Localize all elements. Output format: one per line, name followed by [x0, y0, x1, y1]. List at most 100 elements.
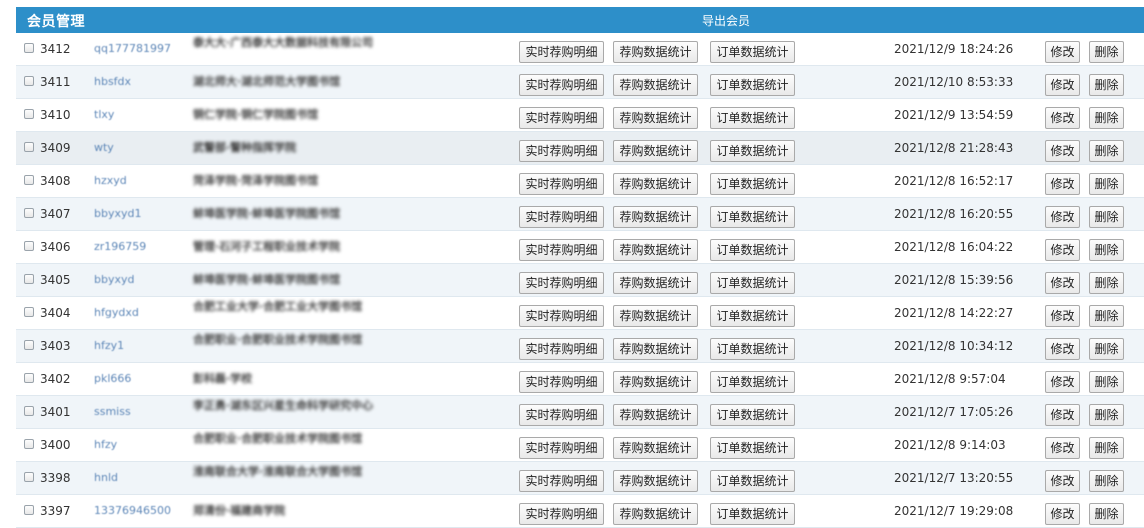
realtime-recommend-detail-button[interactable]: 实时荐购明细: [519, 239, 604, 261]
row-checkbox[interactable]: [24, 406, 34, 416]
order-stats-button[interactable]: 订单数据统计: [710, 173, 795, 195]
recommend-stats-button[interactable]: 荐购数据统计: [613, 206, 698, 228]
delete-button[interactable]: 删除: [1089, 239, 1124, 261]
edit-button[interactable]: 修改: [1045, 173, 1080, 195]
member-username[interactable]: pkl666: [94, 372, 131, 385]
realtime-recommend-detail-button[interactable]: 实时荐购明细: [519, 206, 604, 228]
recommend-stats-button[interactable]: 荐购数据统计: [613, 272, 698, 294]
realtime-recommend-detail-button[interactable]: 实时荐购明细: [519, 74, 604, 96]
edit-button[interactable]: 修改: [1045, 41, 1080, 63]
delete-button[interactable]: 删除: [1089, 470, 1124, 492]
row-checkbox[interactable]: [24, 274, 34, 284]
order-stats-button[interactable]: 订单数据统计: [710, 305, 795, 327]
edit-button[interactable]: 修改: [1045, 239, 1080, 261]
edit-button[interactable]: 修改: [1045, 404, 1080, 426]
row-checkbox[interactable]: [24, 175, 34, 185]
edit-button[interactable]: 修改: [1045, 74, 1080, 96]
member-username[interactable]: 13376946500: [94, 504, 171, 517]
recommend-stats-button[interactable]: 荐购数据统计: [613, 173, 698, 195]
edit-button[interactable]: 修改: [1045, 272, 1080, 294]
recommend-stats-button[interactable]: 荐购数据统计: [613, 239, 698, 261]
row-checkbox[interactable]: [24, 439, 34, 449]
row-checkbox[interactable]: [24, 373, 34, 383]
order-stats-button[interactable]: 订单数据统计: [710, 41, 795, 63]
order-stats-button[interactable]: 订单数据统计: [710, 272, 795, 294]
member-username[interactable]: tlxy: [94, 108, 114, 121]
recommend-stats-button[interactable]: 荐购数据统计: [613, 371, 698, 393]
edit-button[interactable]: 修改: [1045, 140, 1080, 162]
row-checkbox[interactable]: [24, 76, 34, 86]
member-username[interactable]: wty: [94, 141, 114, 154]
order-stats-button[interactable]: 订单数据统计: [710, 140, 795, 162]
member-username[interactable]: zr196759: [94, 240, 146, 253]
realtime-recommend-detail-button[interactable]: 实时荐购明细: [519, 41, 604, 63]
realtime-recommend-detail-button[interactable]: 实时荐购明细: [519, 338, 604, 360]
member-username[interactable]: hnld: [94, 471, 118, 484]
realtime-recommend-detail-button[interactable]: 实时荐购明细: [519, 140, 604, 162]
realtime-recommend-detail-button[interactable]: 实时荐购明细: [519, 404, 604, 426]
member-username[interactable]: qq177781997: [94, 42, 171, 55]
row-checkbox[interactable]: [24, 208, 34, 218]
delete-button[interactable]: 删除: [1089, 503, 1124, 525]
member-username[interactable]: hzxyd: [94, 174, 127, 187]
recommend-stats-button[interactable]: 荐购数据统计: [613, 107, 698, 129]
member-username[interactable]: hfzy1: [94, 339, 124, 352]
member-username[interactable]: bbyxyd1: [94, 207, 141, 220]
order-stats-button[interactable]: 订单数据统计: [710, 470, 795, 492]
order-stats-button[interactable]: 订单数据统计: [710, 74, 795, 96]
member-username[interactable]: ssmiss: [94, 405, 131, 418]
member-username[interactable]: hfgydxd: [94, 306, 139, 319]
edit-button[interactable]: 修改: [1045, 470, 1080, 492]
row-checkbox[interactable]: [24, 142, 34, 152]
row-checkbox[interactable]: [24, 109, 34, 119]
delete-button[interactable]: 删除: [1089, 41, 1124, 63]
order-stats-button[interactable]: 订单数据统计: [710, 404, 795, 426]
order-stats-button[interactable]: 订单数据统计: [710, 338, 795, 360]
delete-button[interactable]: 删除: [1089, 272, 1124, 294]
recommend-stats-button[interactable]: 荐购数据统计: [613, 404, 698, 426]
realtime-recommend-detail-button[interactable]: 实时荐购明细: [519, 437, 604, 459]
order-stats-button[interactable]: 订单数据统计: [710, 107, 795, 129]
edit-button[interactable]: 修改: [1045, 206, 1080, 228]
delete-button[interactable]: 删除: [1089, 206, 1124, 228]
realtime-recommend-detail-button[interactable]: 实时荐购明细: [519, 173, 604, 195]
delete-button[interactable]: 删除: [1089, 404, 1124, 426]
edit-button[interactable]: 修改: [1045, 371, 1080, 393]
row-checkbox[interactable]: [24, 307, 34, 317]
edit-button[interactable]: 修改: [1045, 437, 1080, 459]
member-username[interactable]: hbsfdx: [94, 75, 131, 88]
order-stats-button[interactable]: 订单数据统计: [710, 239, 795, 261]
recommend-stats-button[interactable]: 荐购数据统计: [613, 140, 698, 162]
recommend-stats-button[interactable]: 荐购数据统计: [613, 437, 698, 459]
recommend-stats-button[interactable]: 荐购数据统计: [613, 338, 698, 360]
order-stats-button[interactable]: 订单数据统计: [710, 206, 795, 228]
recommend-stats-button[interactable]: 荐购数据统计: [613, 305, 698, 327]
member-username[interactable]: bbyxyd: [94, 273, 134, 286]
delete-button[interactable]: 删除: [1089, 173, 1124, 195]
delete-button[interactable]: 删除: [1089, 107, 1124, 129]
recommend-stats-button[interactable]: 荐购数据统计: [613, 503, 698, 525]
order-stats-button[interactable]: 订单数据统计: [710, 437, 795, 459]
row-checkbox[interactable]: [24, 43, 34, 53]
realtime-recommend-detail-button[interactable]: 实时荐购明细: [519, 305, 604, 327]
realtime-recommend-detail-button[interactable]: 实时荐购明细: [519, 107, 604, 129]
recommend-stats-button[interactable]: 荐购数据统计: [613, 470, 698, 492]
order-stats-button[interactable]: 订单数据统计: [710, 371, 795, 393]
delete-button[interactable]: 删除: [1089, 371, 1124, 393]
realtime-recommend-detail-button[interactable]: 实时荐购明细: [519, 371, 604, 393]
delete-button[interactable]: 删除: [1089, 437, 1124, 459]
realtime-recommend-detail-button[interactable]: 实时荐购明细: [519, 272, 604, 294]
delete-button[interactable]: 删除: [1089, 140, 1124, 162]
row-checkbox[interactable]: [24, 472, 34, 482]
row-checkbox[interactable]: [24, 505, 34, 515]
order-stats-button[interactable]: 订单数据统计: [710, 503, 795, 525]
edit-button[interactable]: 修改: [1045, 305, 1080, 327]
edit-button[interactable]: 修改: [1045, 107, 1080, 129]
delete-button[interactable]: 删除: [1089, 305, 1124, 327]
edit-button[interactable]: 修改: [1045, 503, 1080, 525]
row-checkbox[interactable]: [24, 340, 34, 350]
edit-button[interactable]: 修改: [1045, 338, 1080, 360]
recommend-stats-button[interactable]: 荐购数据统计: [613, 74, 698, 96]
realtime-recommend-detail-button[interactable]: 实时荐购明细: [519, 503, 604, 525]
recommend-stats-button[interactable]: 荐购数据统计: [613, 41, 698, 63]
